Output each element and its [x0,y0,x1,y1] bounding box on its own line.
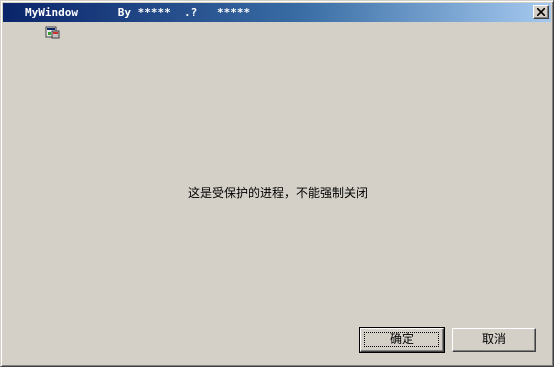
close-button[interactable] [533,5,549,19]
window-title: MyWindow By ***** .? ***** [25,6,251,19]
ok-button-label: 确定 [389,332,414,346]
dialog-window: MyWindow By ***** .? ***** 这是受保护的进程，不能强制… [0,0,554,367]
cancel-button[interactable]: 取消 [452,328,536,352]
cancel-button-label: 取消 [481,332,506,346]
title-bar[interactable]: MyWindow By ***** .? ***** [3,3,551,39]
close-x-icon [537,8,545,16]
ok-button[interactable]: 确定 [359,327,445,353]
app-window-icon [5,5,60,39]
message-text: 这是受保护的进程，不能强制关闭 [187,186,368,200]
